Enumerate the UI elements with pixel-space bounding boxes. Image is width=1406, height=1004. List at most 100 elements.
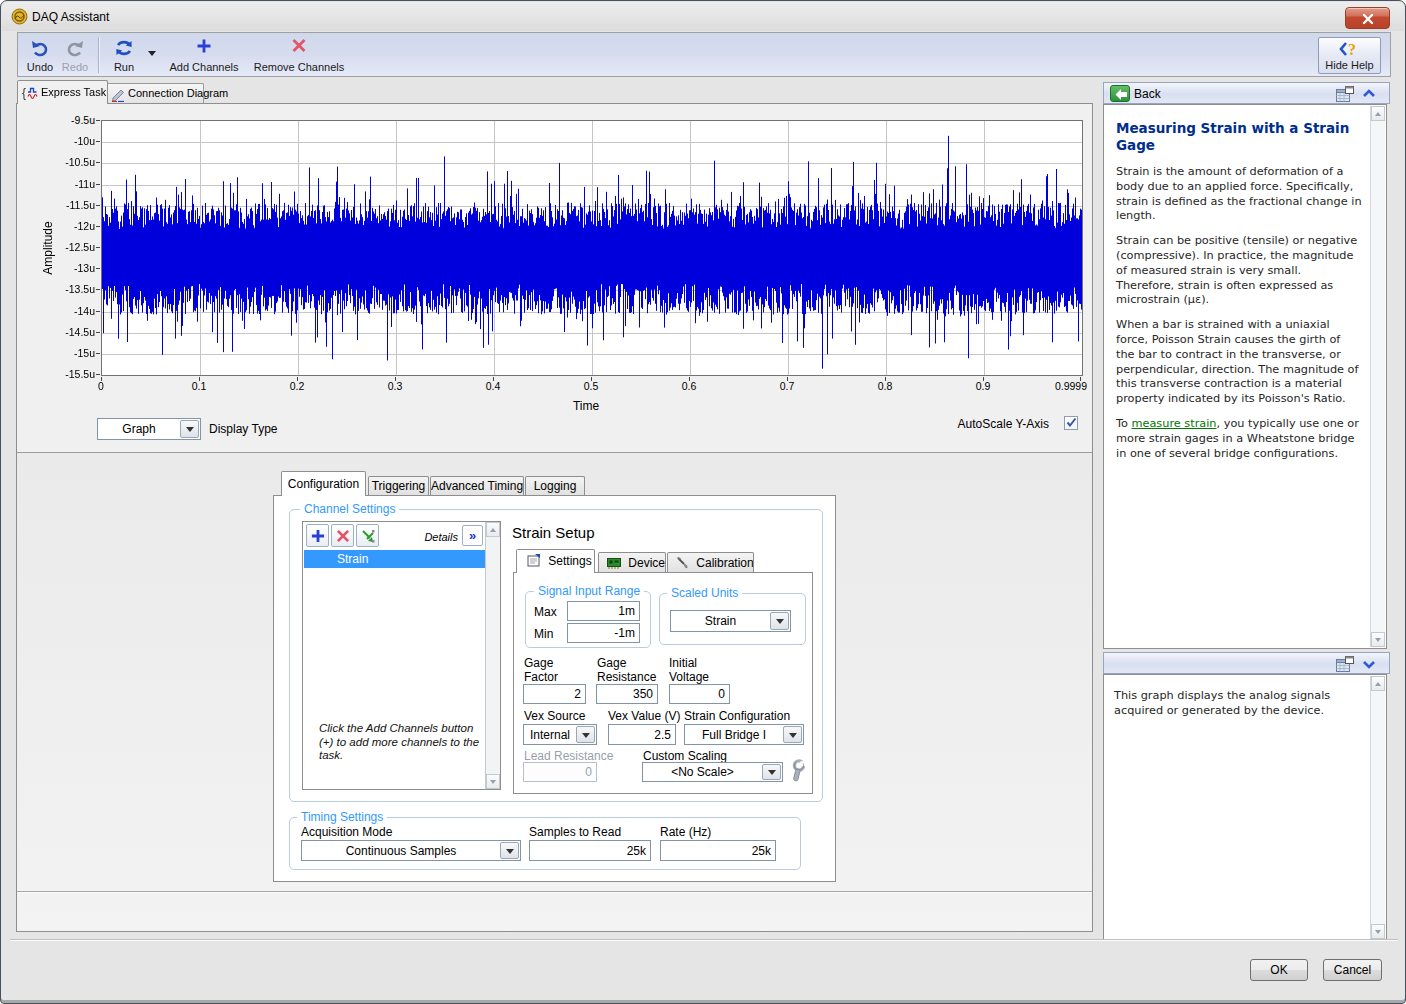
undo-label: Undo xyxy=(20,61,60,73)
tab-triggering[interactable]: Triggering xyxy=(368,476,429,496)
inner-divider xyxy=(17,891,1092,893)
vex-source-value: Internal xyxy=(526,725,574,744)
remove-channels-button[interactable]: Remove Channels xyxy=(248,36,350,74)
help-scrollbar[interactable] xyxy=(1370,106,1385,647)
tab-triggering-label: Triggering xyxy=(372,479,426,493)
scroll-up-button[interactable] xyxy=(486,522,500,537)
x-tick-mark xyxy=(199,377,200,381)
details-button[interactable]: » xyxy=(462,525,483,546)
vex-value-field[interactable]: 2.5 xyxy=(608,724,676,745)
ok-button[interactable]: OK xyxy=(1250,959,1308,981)
collapse-chevron-down-icon[interactable] xyxy=(1362,658,1376,670)
initial-voltage-field[interactable]: 0 xyxy=(669,684,730,704)
vex-source-select[interactable]: Internal xyxy=(523,724,597,745)
hide-help-button[interactable]: ? Hide Help xyxy=(1318,37,1381,74)
acquisition-mode-select[interactable]: Continuous Samples xyxy=(301,840,521,861)
x-tick-mark xyxy=(591,377,592,381)
help2-scrollbar[interactable] xyxy=(1370,676,1385,939)
help2-header xyxy=(1103,652,1390,674)
change-channel-icon xyxy=(361,529,375,543)
rate-field[interactable]: 25k xyxy=(660,840,776,861)
scroll-down-button[interactable] xyxy=(486,774,500,789)
autoscale-checkbox[interactable] xyxy=(1064,416,1078,430)
tab-configuration[interactable]: Configuration xyxy=(281,471,366,496)
max-field[interactable]: 1m xyxy=(567,601,640,621)
collapse-chevron-up-icon[interactable] xyxy=(1362,88,1376,100)
samples-to-read-field[interactable]: 25k xyxy=(529,840,651,861)
run-dropdown-arrow-icon[interactable] xyxy=(148,51,156,56)
tab-device[interactable]: Device xyxy=(598,552,666,573)
min-label: Min xyxy=(534,627,553,641)
close-button[interactable] xyxy=(1345,7,1390,29)
app-icon xyxy=(11,8,28,25)
gage-factor-field[interactable]: 2 xyxy=(523,684,586,704)
measure-strain-link[interactable]: measure strain xyxy=(1131,417,1216,430)
x-tick-label: 0.5 xyxy=(561,380,621,392)
add-channels-button[interactable]: Add Channels xyxy=(162,36,246,74)
wrench-icon[interactable] xyxy=(787,758,807,782)
help-scroll-up[interactable] xyxy=(1371,106,1385,121)
display-type-dropdown-button[interactable] xyxy=(180,420,199,438)
y-tick-label: -10u xyxy=(41,135,95,147)
footer-divider xyxy=(10,939,1398,941)
express-task-icon: { xyxy=(22,86,39,100)
custom-scaling-dropdown-button[interactable] xyxy=(762,764,781,780)
tab-device-label: Device xyxy=(628,556,665,570)
x-tick-mark xyxy=(493,377,494,381)
dropdown-arrow-icon xyxy=(186,427,194,432)
tab-advanced-timing[interactable]: Advanced Timing xyxy=(430,476,524,496)
undo-button[interactable]: Undo xyxy=(20,36,60,74)
back-button[interactable] xyxy=(1110,85,1130,102)
max-label: Max xyxy=(534,605,557,619)
delete-channel-button[interactable] xyxy=(331,524,354,547)
acquisition-mode-value: Continuous Samples xyxy=(304,841,498,860)
toolbar: Undo Redo Run Add Channels xyxy=(17,32,1391,77)
x-tick-label: 0.7 xyxy=(757,380,817,392)
tab-express-task[interactable]: { Express Task xyxy=(17,80,108,104)
x-tick-label: 0.3 xyxy=(365,380,425,392)
calibration-tab-icon xyxy=(676,556,689,569)
change-physical-channel-button[interactable] xyxy=(356,524,379,547)
dropdown-arrow-icon xyxy=(789,733,797,738)
scaled-units-select[interactable]: Strain xyxy=(670,610,791,632)
lead-resistance-field: 0 xyxy=(523,762,597,782)
x-tick-mark xyxy=(297,377,298,381)
y-tick-label: -11u xyxy=(41,178,95,190)
run-button[interactable]: Run xyxy=(104,36,144,74)
back-label: Back xyxy=(1134,87,1161,101)
x-tick-mark xyxy=(689,377,690,381)
vex-source-dropdown-button[interactable] xyxy=(576,726,595,743)
x-tick-label: 0.1 xyxy=(169,380,229,392)
strain-configuration-dropdown-button[interactable] xyxy=(783,726,802,743)
display-type-select[interactable]: Graph xyxy=(97,418,201,440)
channel-list-item-strain[interactable]: Strain xyxy=(304,550,486,568)
y-axis-title: Amplitude xyxy=(41,198,55,298)
dropdown-arrow-icon xyxy=(506,849,514,854)
tab-settings[interactable]: Settings xyxy=(516,549,595,573)
acquisition-mode-dropdown-button[interactable] xyxy=(500,842,519,859)
help-scroll-down[interactable] xyxy=(1371,632,1385,647)
redo-label: Redo xyxy=(58,61,92,73)
tab-logging[interactable]: Logging xyxy=(525,476,585,496)
y-tick-mark xyxy=(96,184,100,185)
gage-resistance-field[interactable]: 350 xyxy=(596,684,658,704)
help2-scroll-down[interactable] xyxy=(1371,924,1385,939)
custom-scaling-value: <No Scale> xyxy=(645,763,760,781)
redo-button[interactable]: Redo xyxy=(58,36,92,74)
run-icon xyxy=(114,38,134,58)
strain-configuration-select[interactable]: Full Bridge I xyxy=(684,724,804,745)
help-window-icon[interactable] xyxy=(1336,656,1354,672)
help2-scroll-up[interactable] xyxy=(1371,676,1385,691)
custom-scaling-select[interactable]: <No Scale> xyxy=(642,762,783,782)
tab-connection-diagram[interactable]: Connection Diagram xyxy=(106,83,204,104)
channel-list-scrollbar[interactable] xyxy=(485,522,500,789)
tab-calibration[interactable]: Calibration xyxy=(667,552,754,573)
min-field[interactable]: -1m xyxy=(567,623,640,643)
y-tick-mark xyxy=(96,226,100,227)
add-channel-button[interactable] xyxy=(306,524,329,547)
cancel-button[interactable]: Cancel xyxy=(1323,959,1382,981)
triangle-down-icon xyxy=(1375,930,1381,934)
scaled-units-dropdown-button[interactable] xyxy=(770,612,789,630)
x-tick-mark xyxy=(395,377,396,381)
help-window-icon[interactable] xyxy=(1336,86,1354,102)
